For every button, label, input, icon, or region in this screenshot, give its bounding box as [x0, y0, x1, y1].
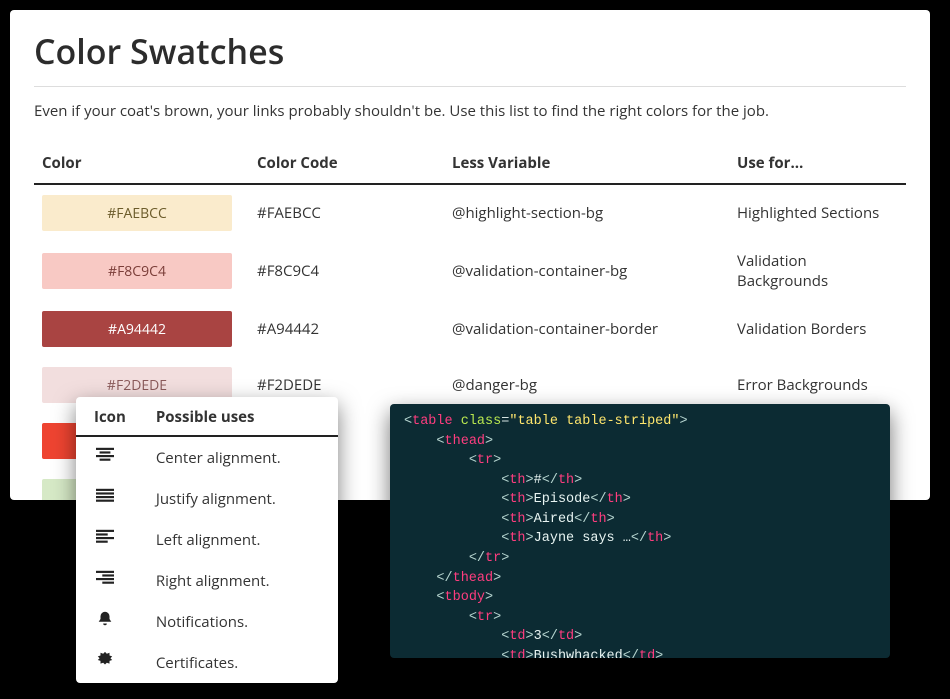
icon-row: Justify alignment. — [76, 478, 338, 519]
icon-col-header-icon: Icon — [76, 397, 138, 436]
icon-row: Center alignment. — [76, 436, 338, 478]
swatch-use: Validation Borders — [729, 301, 906, 357]
icon-row: Notifications. — [76, 601, 338, 642]
icon-row: Right alignment. — [76, 560, 338, 601]
swatch-chip: #F8C9C4 — [42, 253, 232, 289]
col-header-code: Color Code — [249, 143, 444, 184]
icon-row-label: Right alignment. — [138, 560, 338, 601]
swatch-table-header-row: Color Color Code Less Variable Use for… — [34, 143, 906, 184]
swatch-use: Validation Backgrounds — [729, 241, 906, 301]
certificate-icon — [76, 642, 138, 683]
code-sample-panel: <table class="table table-striped"> <the… — [390, 404, 890, 658]
col-header-variable: Less Variable — [444, 143, 729, 184]
icon-row-label: Notifications. — [138, 601, 338, 642]
align-right-icon — [76, 560, 138, 601]
swatch-use: Highlighted Sections — [729, 184, 906, 241]
col-header-color: Color — [34, 143, 249, 184]
icon-row-label: Certificates. — [138, 642, 338, 683]
icon-row-label: Justify alignment. — [138, 478, 338, 519]
page-title: Color Swatches — [34, 28, 906, 74]
swatch-chip: #FAEBCC — [42, 195, 232, 231]
swatch-row: #FAEBCC#FAEBCC@highlight-section-bgHighl… — [34, 184, 906, 241]
divider — [34, 86, 906, 87]
icon-row: Left alignment. — [76, 519, 338, 560]
intro-text: Even if your coat's brown, your links pr… — [34, 101, 906, 121]
swatch-variable: @validation-container-bg — [444, 241, 729, 301]
swatch-code: #A94442 — [249, 301, 444, 357]
swatch-row: #A94442#A94442@validation-container-bord… — [34, 301, 906, 357]
align-center-icon — [76, 436, 138, 478]
align-left-icon — [76, 519, 138, 560]
icon-reference-panel: Icon Possible uses Center alignment.Just… — [76, 397, 338, 683]
icon-row-label: Left alignment. — [138, 519, 338, 560]
swatch-variable: @highlight-section-bg — [444, 184, 729, 241]
swatch-code: #FAEBCC — [249, 184, 444, 241]
icon-col-header-uses: Possible uses — [138, 397, 338, 436]
icon-row: Certificates. — [76, 642, 338, 683]
icon-row-label: Center alignment. — [138, 436, 338, 478]
swatch-code: #F8C9C4 — [249, 241, 444, 301]
align-justify-icon — [76, 478, 138, 519]
bell-icon — [76, 601, 138, 642]
col-header-use: Use for… — [729, 143, 906, 184]
swatch-row: #F8C9C4#F8C9C4@validation-container-bgVa… — [34, 241, 906, 301]
swatch-chip: #A94442 — [42, 311, 232, 347]
swatch-variable: @validation-container-border — [444, 301, 729, 357]
